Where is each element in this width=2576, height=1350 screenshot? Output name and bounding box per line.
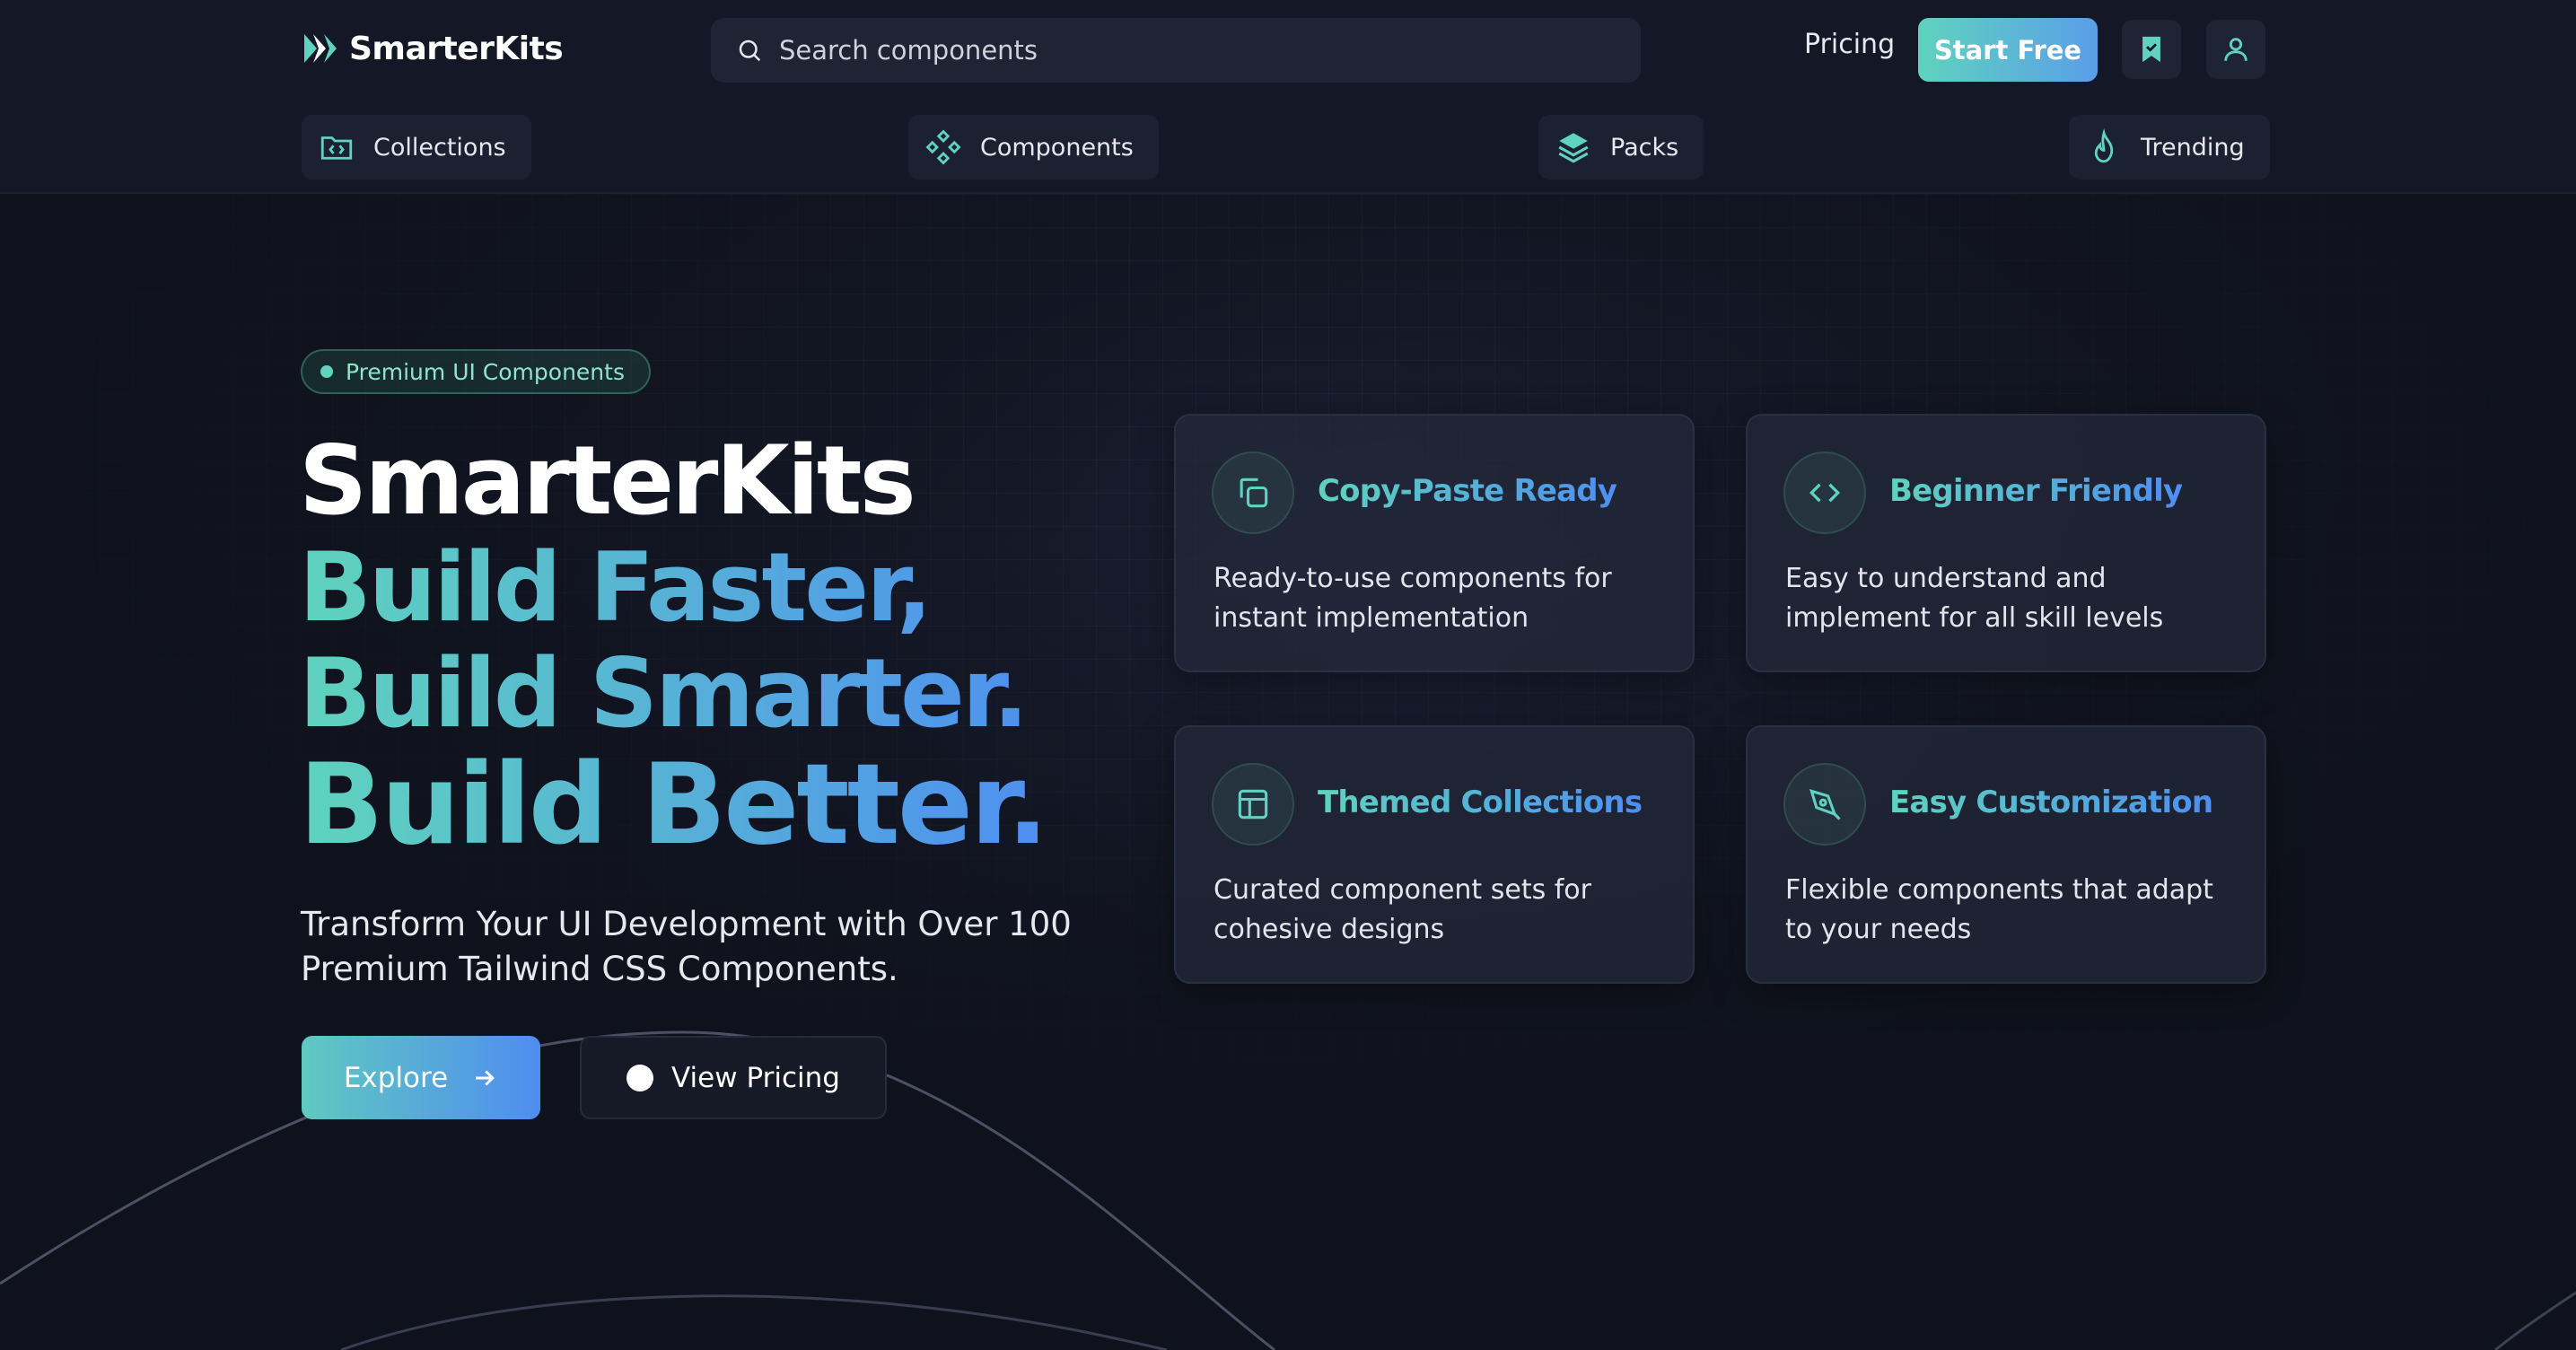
- brand-logo[interactable]: SmarterKits: [301, 25, 564, 72]
- flame-icon: [2094, 128, 2114, 163]
- nav-packs-label: Packs: [1610, 133, 1679, 162]
- search-icon: [739, 39, 761, 62]
- circle-icon: [626, 1064, 654, 1091]
- explore-button-label: Explore: [343, 1061, 449, 1094]
- feature-icon-wrap: [1212, 451, 1294, 534]
- nav-trending[interactable]: Trending: [2069, 115, 2270, 180]
- nav-trending-label: Trending: [2141, 133, 2245, 162]
- pen-tool-icon: [1809, 789, 1841, 820]
- feature-card-copy-paste[interactable]: Copy-Paste Ready Ready-to-use components…: [1174, 414, 1695, 672]
- components-icon: [925, 129, 961, 165]
- start-free-button[interactable]: Start Free: [1918, 18, 2098, 82]
- nav-collections[interactable]: Collections: [302, 115, 531, 180]
- view-pricing-label: View Pricing: [671, 1061, 840, 1094]
- logo-mark-icon: [304, 34, 337, 63]
- top-header: SmarterKits Pricing Start Free Collectio…: [0, 0, 2576, 194]
- hero-subtitle: Transform Your UI Development with Over …: [301, 905, 1072, 988]
- bookmark-check-icon: [2142, 36, 2160, 63]
- copy-icon: [1240, 478, 1268, 508]
- badge-dot: [320, 365, 333, 378]
- feature-icon-wrap: [1783, 763, 1866, 846]
- nav-packs[interactable]: Packs: [1538, 115, 1704, 180]
- feature-title: Themed Collections: [1318, 785, 1643, 820]
- feature-title: Copy-Paste Ready: [1318, 473, 1617, 509]
- premium-badge: Premium UI Components: [301, 349, 651, 394]
- feature-card-easy-customization[interactable]: Easy Customization Flexible components t…: [1746, 725, 2266, 984]
- feature-icon-wrap: [1212, 763, 1294, 846]
- layers-icon: [1558, 133, 1589, 163]
- feature-description: Easy to understand and implement for all…: [1785, 563, 2164, 634]
- nav-components[interactable]: Components: [908, 115, 1159, 180]
- bookmark-button[interactable]: [2122, 20, 2181, 79]
- hero-tagline-2: Build Smarter.: [299, 641, 1047, 747]
- pricing-link[interactable]: Pricing: [1804, 29, 1895, 60]
- feature-icon-wrap: [1783, 451, 1866, 534]
- hero-title: SmarterKits Build Faster, Build Smarter.…: [299, 425, 1049, 870]
- arrow-right-icon: [476, 1069, 495, 1086]
- brand-name: SmarterKits: [349, 30, 564, 67]
- badge-label: Premium UI Components: [346, 358, 625, 385]
- view-pricing-button[interactable]: View Pricing: [580, 1036, 887, 1119]
- layout-icon: [1238, 789, 1268, 820]
- hero-tagline-1: Build Faster,: [299, 535, 1047, 641]
- nav-collections-label: Collections: [373, 133, 506, 162]
- feature-description: Flexible components that adapt to your n…: [1785, 874, 2213, 945]
- user-account-button[interactable]: [2206, 20, 2265, 79]
- code-icon: [1809, 483, 1841, 503]
- folder-code-icon: [320, 136, 353, 160]
- explore-button[interactable]: Explore: [302, 1036, 540, 1119]
- hero-tagline-3: Build Better.: [299, 741, 1049, 870]
- feature-title: Easy Customization: [1889, 785, 2213, 820]
- feature-description: Ready-to-use components for instant impl…: [1214, 563, 1612, 634]
- feature-title: Beginner Friendly: [1889, 473, 2183, 509]
- search-input[interactable]: [779, 35, 1587, 66]
- hero-title-brand: SmarterKits: [299, 425, 916, 536]
- nav-components-label: Components: [980, 133, 1134, 162]
- user-icon: [2224, 38, 2247, 61]
- feature-card-themed-collections[interactable]: Themed Collections Curated component set…: [1174, 725, 1695, 984]
- feature-description: Curated component sets for cohesive desi…: [1214, 874, 1591, 945]
- search-box[interactable]: [711, 18, 1641, 83]
- feature-card-beginner-friendly[interactable]: Beginner Friendly Easy to understand and…: [1746, 414, 2266, 672]
